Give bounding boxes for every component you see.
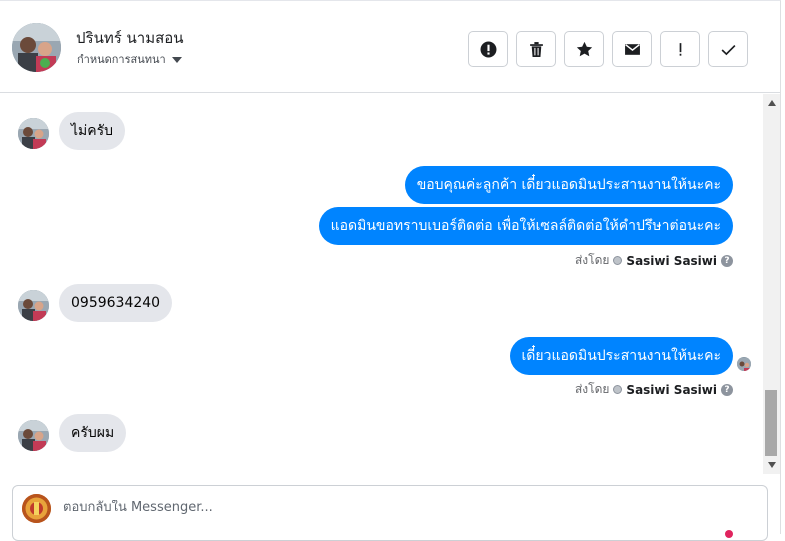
- mark-unread-button[interactable]: [612, 31, 652, 67]
- header-actions: [468, 31, 748, 67]
- message-bubble-incoming[interactable]: ครับผม: [59, 414, 127, 452]
- conversation-settings-dropdown[interactable]: กำหนดการสนทนา: [77, 50, 182, 68]
- sent-by-label: ส่งโดย Sasiwi Sasiwi ?: [575, 380, 733, 399]
- message-bubble-outgoing[interactable]: แอดมินขอทราบเบอร์ติดต่อ เพื่อให้เซลล์ติด…: [318, 207, 733, 245]
- mark-done-button[interactable]: [708, 31, 748, 67]
- message-bubble-outgoing[interactable]: ขอบคุณค่ะลูกค้า เดี๋ยวแอดมินประสานงานให้…: [404, 166, 733, 204]
- reply-input[interactable]: [63, 500, 713, 515]
- conversation-panel: ปรินทร์ นามสอน กำหนดการสนทนา ไม่ครับ ขอบ…: [0, 0, 781, 541]
- admin-dot-icon: [613, 256, 623, 265]
- contact-avatar-small: [18, 420, 49, 451]
- admin-dot-icon: [613, 385, 623, 394]
- scroll-thumb[interactable]: [765, 390, 777, 456]
- contact-avatar-small: [18, 290, 49, 321]
- sent-by-name[interactable]: Sasiwi Sasiwi: [626, 383, 717, 397]
- reply-composer: [12, 485, 768, 541]
- sent-by-name[interactable]: Sasiwi Sasiwi: [626, 254, 717, 268]
- message-bubble-incoming[interactable]: 0959634240: [59, 284, 173, 322]
- star-icon: [576, 41, 592, 56]
- message-bubble-incoming[interactable]: ไม่ครับ: [59, 112, 126, 150]
- sent-by-prefix: ส่งโดย: [574, 382, 610, 396]
- message-thread[interactable]: ไม่ครับ ขอบคุณค่ะลูกค้า เดี๋ยวแอดมินประส…: [0, 94, 763, 474]
- help-icon[interactable]: ?: [721, 254, 733, 267]
- thread-scrollbar[interactable]: [763, 94, 780, 474]
- scroll-down-arrow-icon[interactable]: [768, 462, 776, 468]
- contact-avatar-small: [18, 118, 49, 149]
- message-bubble-outgoing[interactable]: เดี๋ยวแอดมินประสานงานให้นะคะ: [509, 337, 733, 375]
- emoji-icon[interactable]: [725, 530, 733, 538]
- mark-spam-button[interactable]: [468, 31, 508, 67]
- scroll-up-arrow-icon[interactable]: [768, 100, 776, 106]
- help-icon[interactable]: ?: [721, 383, 733, 396]
- sent-by-label: ส่งโดย Sasiwi Sasiwi ?: [575, 251, 733, 270]
- delete-button[interactable]: [516, 31, 556, 67]
- exclamation-icon: [679, 42, 681, 56]
- conversation-settings-label: กำหนดการสนทนา: [77, 53, 166, 66]
- sent-by-prefix: ส่งโดย: [574, 253, 610, 267]
- alert-circle-icon: [480, 41, 496, 57]
- caret-down-icon: [171, 56, 182, 63]
- contact-name[interactable]: ปรินทร์ นามสอน: [76, 26, 184, 50]
- contact-avatar[interactable]: [12, 23, 61, 72]
- star-button[interactable]: [564, 31, 604, 67]
- check-icon: [721, 44, 735, 55]
- trash-icon: [529, 41, 543, 57]
- conversation-header: ปรินทร์ นามสอน กำหนดการสนทนา: [0, 1, 780, 93]
- seen-avatar: [737, 357, 751, 371]
- envelope-icon: [624, 43, 640, 55]
- page-avatar: [22, 494, 51, 523]
- follow-up-button[interactable]: [660, 31, 700, 67]
